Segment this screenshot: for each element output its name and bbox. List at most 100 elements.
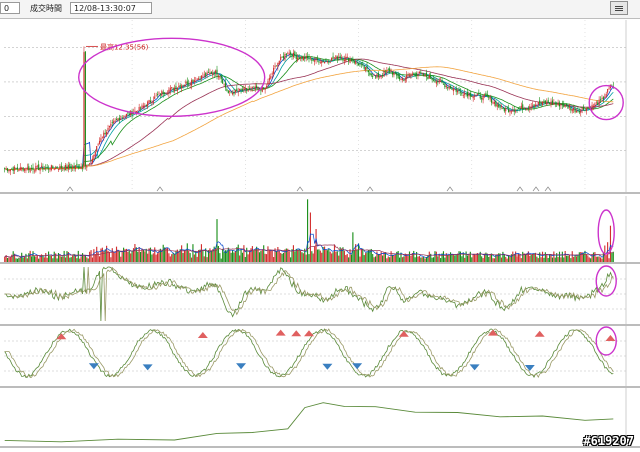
candle-body bbox=[393, 72, 395, 76]
candle-body bbox=[598, 99, 600, 105]
volume-bar bbox=[502, 251, 504, 262]
moving-average-line bbox=[4, 53, 614, 171]
volume-bar bbox=[278, 250, 280, 262]
candle-body bbox=[459, 91, 462, 93]
candle-body bbox=[575, 111, 578, 113]
candle-body bbox=[396, 74, 398, 76]
volume-bar bbox=[509, 256, 511, 262]
volume-bar bbox=[307, 199, 309, 262]
volume-bar bbox=[267, 246, 269, 262]
candle-body bbox=[189, 83, 191, 85]
volume-bar bbox=[469, 251, 471, 262]
candle-body bbox=[159, 93, 161, 95]
candle-body bbox=[182, 85, 184, 86]
candle-body bbox=[466, 92, 469, 97]
volume-bar bbox=[482, 258, 484, 262]
volume-bar bbox=[138, 247, 140, 262]
volume-bar bbox=[175, 251, 177, 262]
candle-body bbox=[485, 93, 487, 96]
candle-body bbox=[22, 167, 24, 171]
volume-bar bbox=[550, 254, 552, 262]
volume-bar bbox=[265, 254, 268, 262]
candle-body bbox=[362, 64, 364, 66]
candle-body bbox=[481, 97, 483, 100]
candle-body bbox=[476, 93, 478, 95]
candle-body bbox=[465, 93, 467, 95]
candle-body bbox=[290, 52, 292, 55]
volume-bar bbox=[573, 256, 575, 262]
volume-bar bbox=[352, 232, 354, 262]
candle-body bbox=[39, 168, 41, 171]
volume-bar bbox=[434, 251, 436, 262]
candle-body bbox=[384, 71, 386, 73]
candle-body bbox=[423, 73, 425, 76]
candle-body bbox=[207, 72, 210, 73]
candle-body bbox=[568, 106, 570, 108]
candle-body bbox=[329, 61, 331, 63]
kd-oversold-marker bbox=[469, 364, 480, 371]
candle-body bbox=[391, 71, 394, 75]
candle-body bbox=[366, 66, 368, 69]
candle-body bbox=[148, 99, 150, 103]
volume-bar bbox=[45, 253, 47, 262]
candle-body bbox=[222, 79, 224, 84]
kd-oversold-marker bbox=[236, 363, 247, 370]
candle-body bbox=[475, 95, 477, 96]
candle-body bbox=[566, 103, 568, 106]
volume-bar bbox=[314, 246, 316, 262]
volume-bar bbox=[127, 251, 129, 262]
candle-body bbox=[316, 58, 319, 60]
candle-body bbox=[499, 105, 501, 109]
volume-bar bbox=[192, 244, 194, 262]
kd-overbought-marker bbox=[304, 330, 314, 337]
volume-bar bbox=[49, 255, 51, 262]
candle-body bbox=[604, 96, 606, 99]
candle-body bbox=[278, 60, 280, 65]
candle-body bbox=[540, 103, 542, 105]
candle-body bbox=[469, 93, 471, 97]
volume-bar bbox=[566, 255, 568, 262]
volume-bar bbox=[239, 255, 241, 262]
volume-bar bbox=[273, 257, 275, 262]
candle-body bbox=[387, 69, 389, 71]
volume-bar bbox=[297, 249, 299, 262]
volume-bar bbox=[190, 257, 193, 262]
volume-bar bbox=[43, 257, 45, 262]
candle-body bbox=[124, 116, 126, 117]
volume-bar bbox=[268, 249, 270, 262]
volume-bar bbox=[229, 249, 231, 262]
volume-bar bbox=[461, 256, 463, 262]
volume-bar bbox=[216, 219, 218, 262]
volume-bar bbox=[74, 255, 77, 262]
candle-body bbox=[62, 168, 64, 169]
volume-bar bbox=[145, 248, 147, 262]
candle-body bbox=[437, 81, 439, 83]
volume-bar bbox=[362, 248, 364, 262]
candle-body bbox=[156, 94, 159, 96]
volume-bar bbox=[151, 254, 153, 262]
volume-bar bbox=[449, 252, 452, 262]
volume-bar bbox=[537, 258, 539, 262]
candle-body bbox=[145, 105, 147, 106]
volume-bar bbox=[169, 256, 171, 262]
candle-body bbox=[152, 100, 154, 103]
candle-body bbox=[137, 112, 139, 113]
volume-bar bbox=[316, 249, 319, 262]
candle-body bbox=[77, 167, 79, 169]
volume-bar bbox=[506, 258, 508, 262]
signal-marker bbox=[66, 186, 74, 192]
candle-body bbox=[318, 61, 320, 63]
candle-body bbox=[352, 59, 354, 62]
kd-k-line bbox=[4, 328, 614, 378]
volume-bar bbox=[437, 256, 439, 262]
candle-body bbox=[251, 86, 253, 88]
candle-body bbox=[345, 56, 347, 62]
candle-body bbox=[40, 165, 43, 167]
candle-body bbox=[33, 170, 35, 172]
candle-body bbox=[543, 100, 545, 103]
volume-bar bbox=[587, 255, 589, 262]
volume-bar bbox=[101, 247, 103, 262]
candle-body bbox=[250, 87, 252, 89]
candle-body bbox=[339, 55, 341, 59]
candle-body bbox=[550, 101, 552, 105]
